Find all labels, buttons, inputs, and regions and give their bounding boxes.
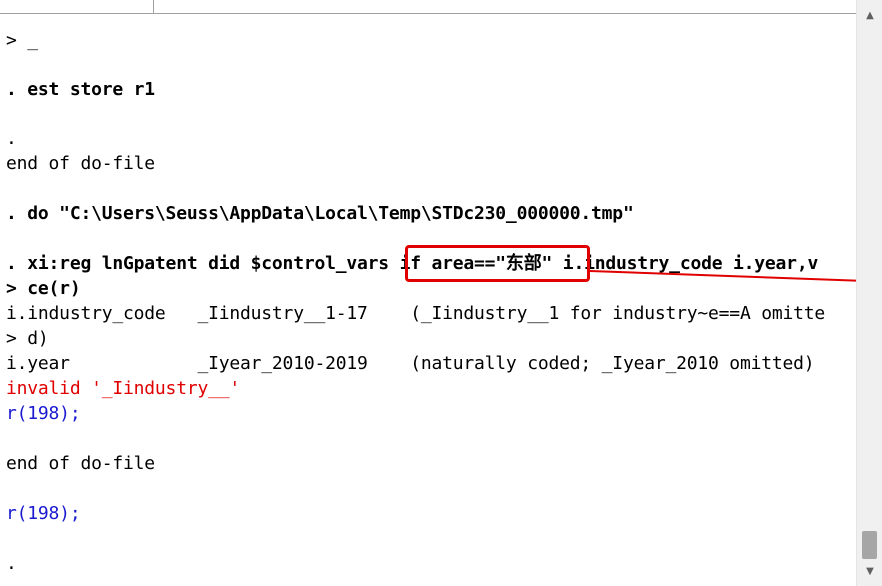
scroll-down-icon[interactable]: ▼	[857, 562, 882, 582]
annotation-arrow-icon	[589, 270, 880, 288]
vertical-scrollbar[interactable]: ▲ ▼	[856, 0, 882, 586]
scroll-up-icon[interactable]: ▲	[857, 6, 882, 26]
scrollbar-thumb[interactable]	[862, 531, 877, 559]
